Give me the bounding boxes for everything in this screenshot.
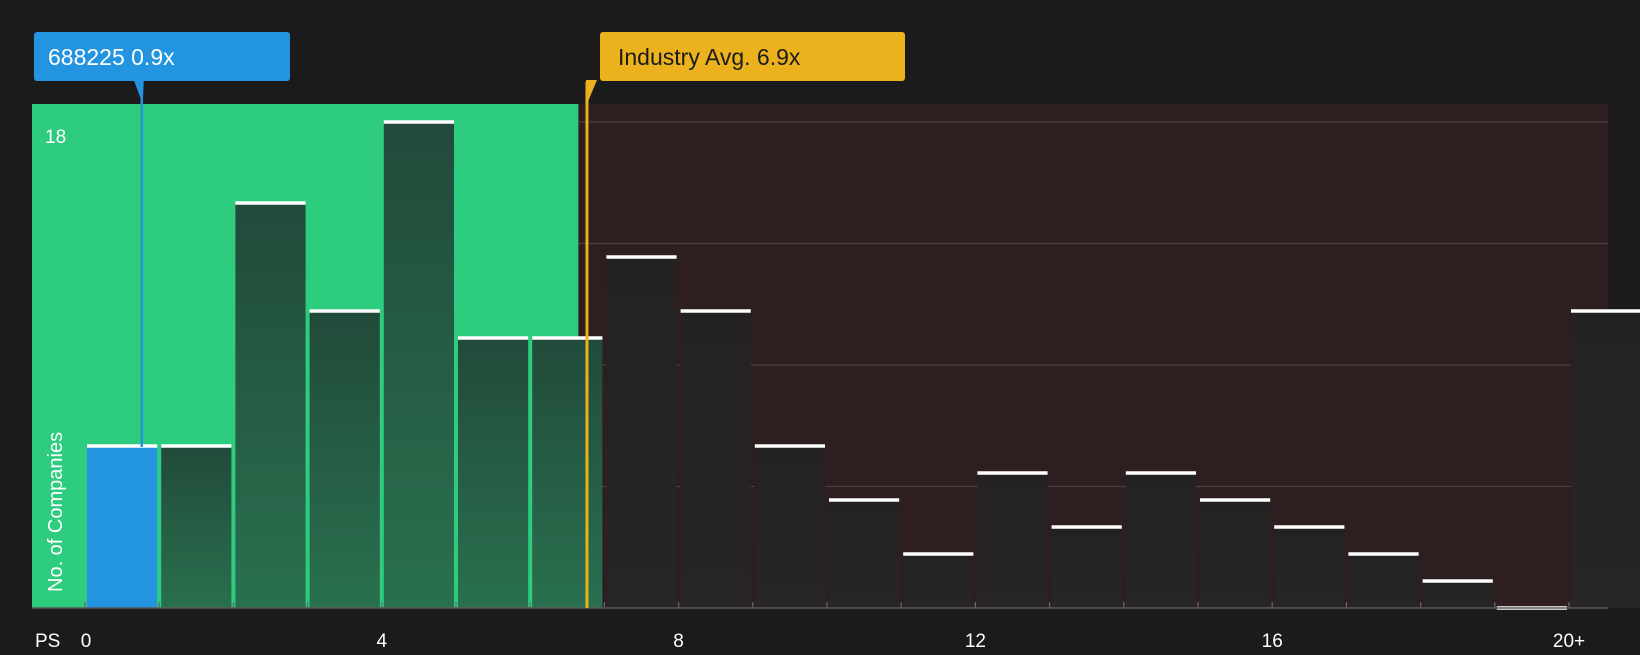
x-tick-label: 8 — [673, 631, 684, 650]
bar — [606, 257, 677, 608]
bar — [1571, 311, 1640, 608]
bar — [1422, 581, 1493, 608]
x-tick-label: 20+ — [1553, 631, 1585, 650]
bar — [532, 338, 603, 608]
industry-callout-label: Industry Avg. 6.9x — [618, 44, 801, 70]
x-tick-label: 4 — [377, 631, 388, 650]
bar — [829, 500, 900, 608]
industry-callout-pointer — [585, 80, 597, 104]
bar — [977, 473, 1048, 608]
y-tick-label: 18 — [45, 127, 66, 148]
company-callout-pointer — [133, 80, 144, 104]
bar — [235, 203, 306, 608]
bar — [458, 338, 529, 608]
bar — [87, 446, 158, 608]
bar — [1200, 500, 1271, 608]
bar — [1051, 527, 1122, 608]
ps-ratio-histogram: 18 No. of Companies PS 0 4 8 12 16 20+ 688225 0.9… — [0, 0, 1640, 652]
bar — [383, 122, 454, 608]
x-tick-label: 16 — [1262, 631, 1283, 650]
bar — [1125, 473, 1196, 608]
bar — [754, 446, 825, 608]
company-callout-label: 688225 0.9x — [48, 44, 175, 70]
bar — [1348, 554, 1419, 608]
bar — [680, 311, 751, 608]
x-tick-label: 0 — [81, 631, 92, 650]
bar — [161, 446, 232, 608]
y-axis-label: No. of Companies — [45, 432, 67, 592]
bar — [903, 554, 974, 608]
chart-svg: 18 No. of Companies PS 0 4 8 12 16 20+ 688225 0.9… — [32, 32, 1640, 652]
x-tick-label: 12 — [965, 631, 986, 650]
bar — [309, 311, 380, 608]
bar — [1274, 527, 1345, 608]
x-axis-label: PS — [35, 631, 60, 650]
